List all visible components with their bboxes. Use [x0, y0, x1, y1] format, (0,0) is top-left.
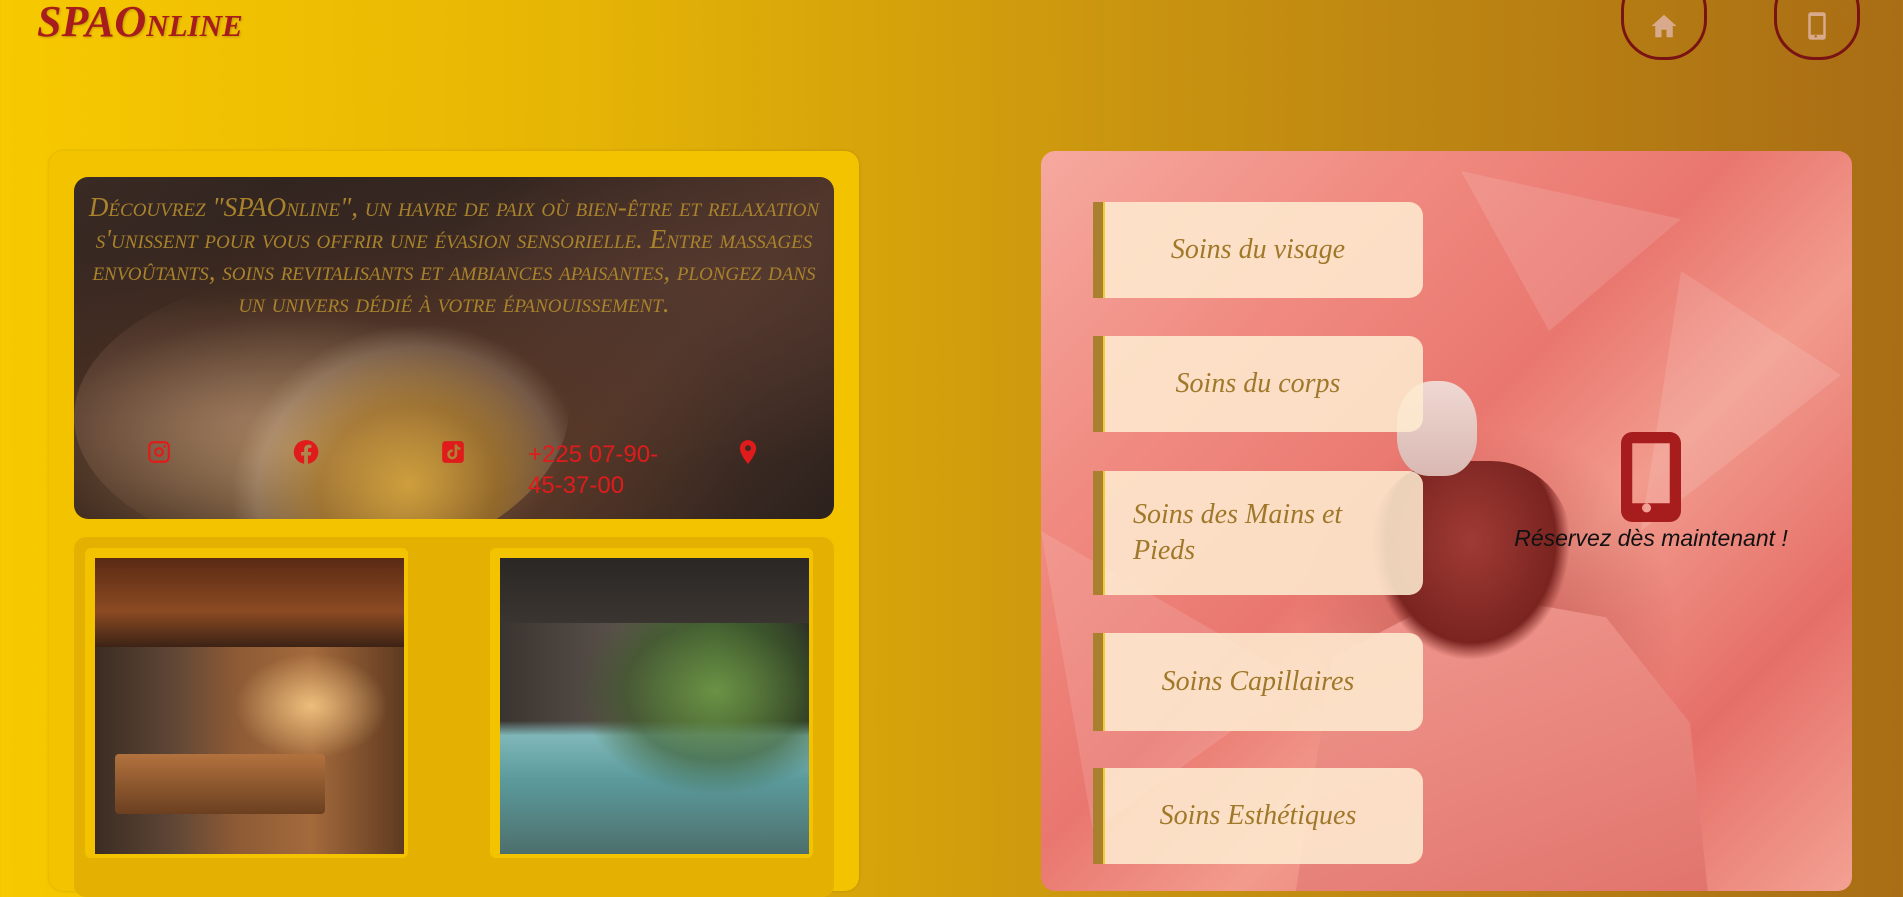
- reserve-cta[interactable]: Réservez dès maintenant !: [1491, 431, 1811, 552]
- location-link[interactable]: [735, 439, 761, 465]
- contact-bar: +225 07-90-45-37-00: [74, 439, 834, 509]
- home-icon: [1651, 14, 1677, 38]
- instagram-link[interactable]: [146, 439, 172, 465]
- map-pin-icon: [739, 440, 757, 464]
- home-button[interactable]: [1621, 0, 1707, 60]
- service-body[interactable]: Soins du corps: [1093, 336, 1423, 432]
- hero-card: Découvrez "SPAOnline", un havre de paix …: [74, 177, 834, 519]
- sauna-room-photo: [95, 558, 404, 854]
- facebook-link[interactable]: [293, 439, 319, 465]
- phone-button[interactable]: [1774, 0, 1860, 60]
- hero-description: Découvrez "SPAOnline", un havre de paix …: [88, 192, 820, 318]
- service-facial[interactable]: Soins du visage: [1093, 202, 1423, 298]
- gallery-item[interactable]: [85, 548, 408, 858]
- instagram-icon: [148, 441, 170, 463]
- service-hair[interactable]: Soins Capillaires: [1093, 633, 1423, 731]
- background-facet: [1461, 171, 1681, 331]
- phone-icon: [1808, 12, 1826, 40]
- facebook-icon: [293, 440, 319, 464]
- tiktok-link[interactable]: [440, 439, 466, 465]
- phone-number-link[interactable]: +225 07-90-45-37-00: [528, 439, 688, 501]
- indoor-pool-photo: [500, 558, 809, 854]
- photo-gallery: [74, 537, 834, 897]
- reserve-label: Réservez dès maintenant !: [1514, 525, 1788, 551]
- gallery-item[interactable]: [490, 548, 813, 858]
- site-logo[interactable]: SPAOnline: [37, 0, 243, 47]
- tiktok-icon: [442, 441, 464, 463]
- services-panel: Soins du visage Soins du corps Soins des…: [1041, 151, 1852, 891]
- phone-icon: [1621, 432, 1681, 522]
- service-hands-feet[interactable]: Soins des Mains et Pieds: [1093, 471, 1423, 595]
- service-esthetic[interactable]: Soins Esthétiques: [1093, 768, 1423, 864]
